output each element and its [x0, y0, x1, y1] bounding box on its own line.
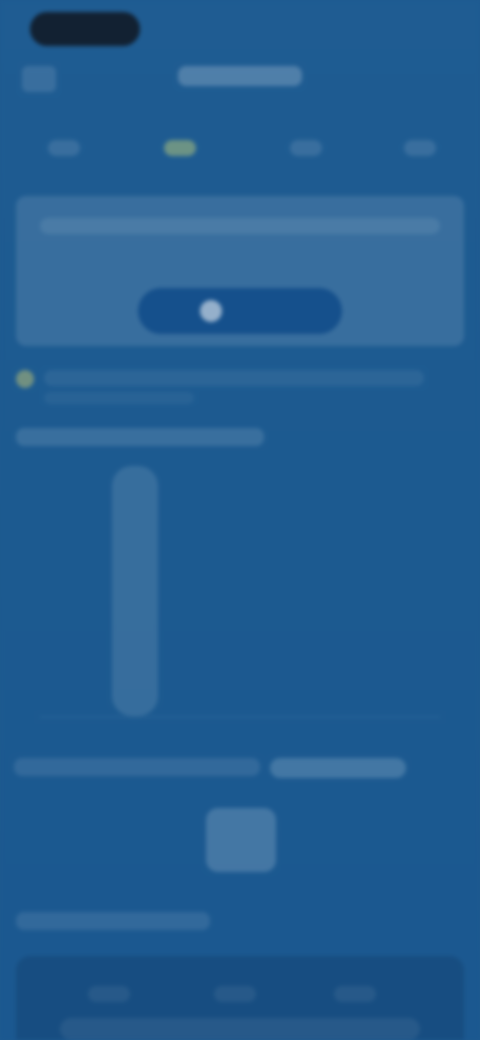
divider — [40, 716, 440, 718]
tab-item[interactable] — [334, 986, 376, 1002]
row-label — [14, 758, 260, 776]
app-screen — [0, 0, 480, 1040]
step-indicator — [290, 140, 322, 156]
status-bar-pill — [30, 12, 140, 46]
note-text — [44, 370, 424, 386]
footer-label — [16, 912, 210, 930]
tab-item[interactable] — [88, 986, 130, 1002]
bullet-icon — [16, 370, 34, 388]
vertical-slider[interactable] — [112, 466, 158, 716]
note-text-secondary — [44, 392, 194, 404]
back-icon[interactable] — [22, 66, 56, 92]
upload-icon[interactable] — [206, 808, 276, 872]
step-indicator — [404, 140, 436, 156]
row-link[interactable] — [270, 758, 406, 778]
play-icon — [200, 300, 222, 322]
card-heading — [40, 218, 440, 234]
step-indicator — [48, 140, 80, 156]
step-indicator-active — [164, 140, 196, 156]
page-title — [178, 66, 302, 86]
tab-bar — [60, 1018, 420, 1040]
section-title — [16, 428, 264, 446]
play-button[interactable] — [138, 288, 342, 334]
tab-item[interactable] — [214, 986, 256, 1002]
